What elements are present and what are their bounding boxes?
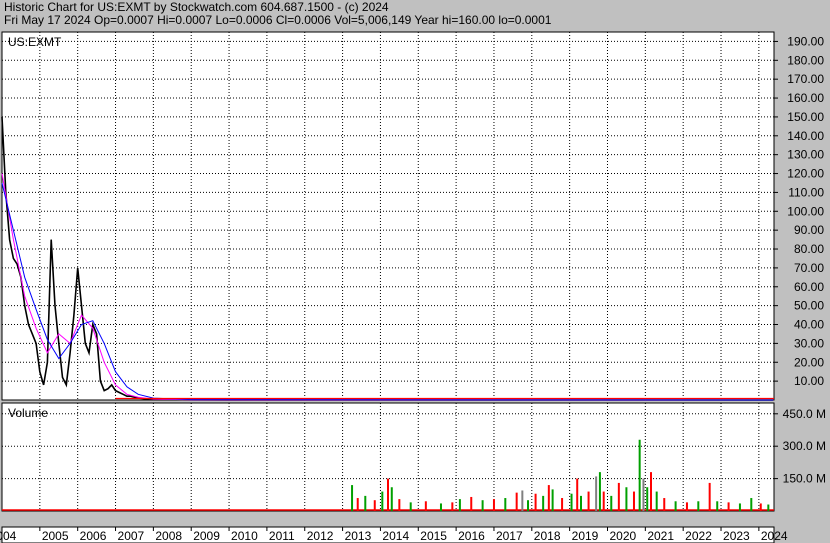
price-y-tick-label: 140.00 bbox=[787, 129, 824, 143]
volume-y-tick-label: 450.0 M bbox=[783, 407, 826, 421]
x-axis-tick-label: 2018 bbox=[534, 529, 561, 543]
x-axis-tick-label: 2012 bbox=[307, 529, 334, 543]
price-y-tick-label: 90.00 bbox=[794, 223, 824, 237]
x-axis: 2004 2005 2006 2007 2008 2009 2010 2011 2012 2013… bbox=[0, 527, 788, 543]
price-y-tick-label: 130.00 bbox=[787, 148, 824, 162]
price-y-tick-label: 100.00 bbox=[787, 204, 824, 218]
volume-y-tick-label: 300.0 M bbox=[783, 439, 826, 453]
x-axis-tick-label: 2015 bbox=[420, 529, 447, 543]
x-axis-tick-label: 2014 bbox=[382, 529, 409, 543]
price-y-tick-label: 20.00 bbox=[794, 355, 824, 369]
price-y-tick-label: 30.00 bbox=[794, 336, 824, 350]
price-y-tick-label: 120.00 bbox=[787, 167, 824, 181]
x-axis-tick-label: 2022 bbox=[685, 529, 712, 543]
x-axis-tick-label: 2011 bbox=[269, 529, 295, 543]
price-panel-label: US:EXMT bbox=[8, 35, 62, 49]
price-y-axis: 10.00 20.00 30.00 40.00 50.00 60.00 70.00 80.00… bbox=[774, 34, 824, 388]
x-axis-tick-label: 2004 bbox=[0, 529, 17, 543]
x-axis-tick-label: 2021 bbox=[647, 529, 674, 543]
x-axis-tick-label: 2006 bbox=[80, 529, 107, 543]
price-y-tick-label: 80.00 bbox=[794, 242, 824, 256]
x-axis-tick-label: 2010 bbox=[231, 529, 258, 543]
price-y-tick-label: 190.00 bbox=[787, 34, 824, 48]
price-y-tick-label: 110.00 bbox=[788, 185, 824, 199]
price-y-tick-label: 60.00 bbox=[794, 280, 824, 294]
x-axis-tick-label: 2009 bbox=[193, 529, 220, 543]
volume-y-tick-label: 150.0 M bbox=[783, 472, 826, 486]
x-axis-tick-label: 2016 bbox=[458, 529, 485, 543]
volume-panel-label: Volume bbox=[8, 406, 48, 420]
price-y-tick-label: 10.00 bbox=[794, 374, 824, 388]
price-y-tick-label: 50.00 bbox=[794, 299, 824, 313]
x-axis-tick-label: 2005 bbox=[42, 529, 69, 543]
price-panel bbox=[1, 31, 775, 401]
x-axis-tick-label: 2017 bbox=[496, 529, 523, 543]
price-y-tick-label: 150.00 bbox=[787, 110, 824, 124]
price-y-tick-label: 40.00 bbox=[794, 318, 824, 332]
price-y-tick-label: 160.00 bbox=[787, 91, 824, 105]
x-axis-tick-label: 2008 bbox=[155, 529, 182, 543]
price-y-tick-label: 180.00 bbox=[787, 53, 824, 67]
stock-chart: US:EXMT 10.00 20.00 30.00 40.00 50.00 60.00 70… bbox=[0, 31, 826, 543]
x-axis-tick-label: 2013 bbox=[345, 529, 372, 543]
x-axis-tick-label: 2023 bbox=[723, 529, 750, 543]
x-axis-tick-label: 2007 bbox=[118, 529, 145, 543]
price-y-tick-label: 170.00 bbox=[787, 72, 824, 86]
x-axis-tick-label: 2019 bbox=[572, 529, 599, 543]
price-y-tick-label: 70.00 bbox=[794, 261, 824, 275]
x-axis-tick-label: 2020 bbox=[609, 529, 636, 543]
x-axis-tick-label: 2024 bbox=[761, 529, 788, 543]
volume-y-axis: 150.0 M 300.0 M 450.0 M bbox=[774, 407, 826, 486]
